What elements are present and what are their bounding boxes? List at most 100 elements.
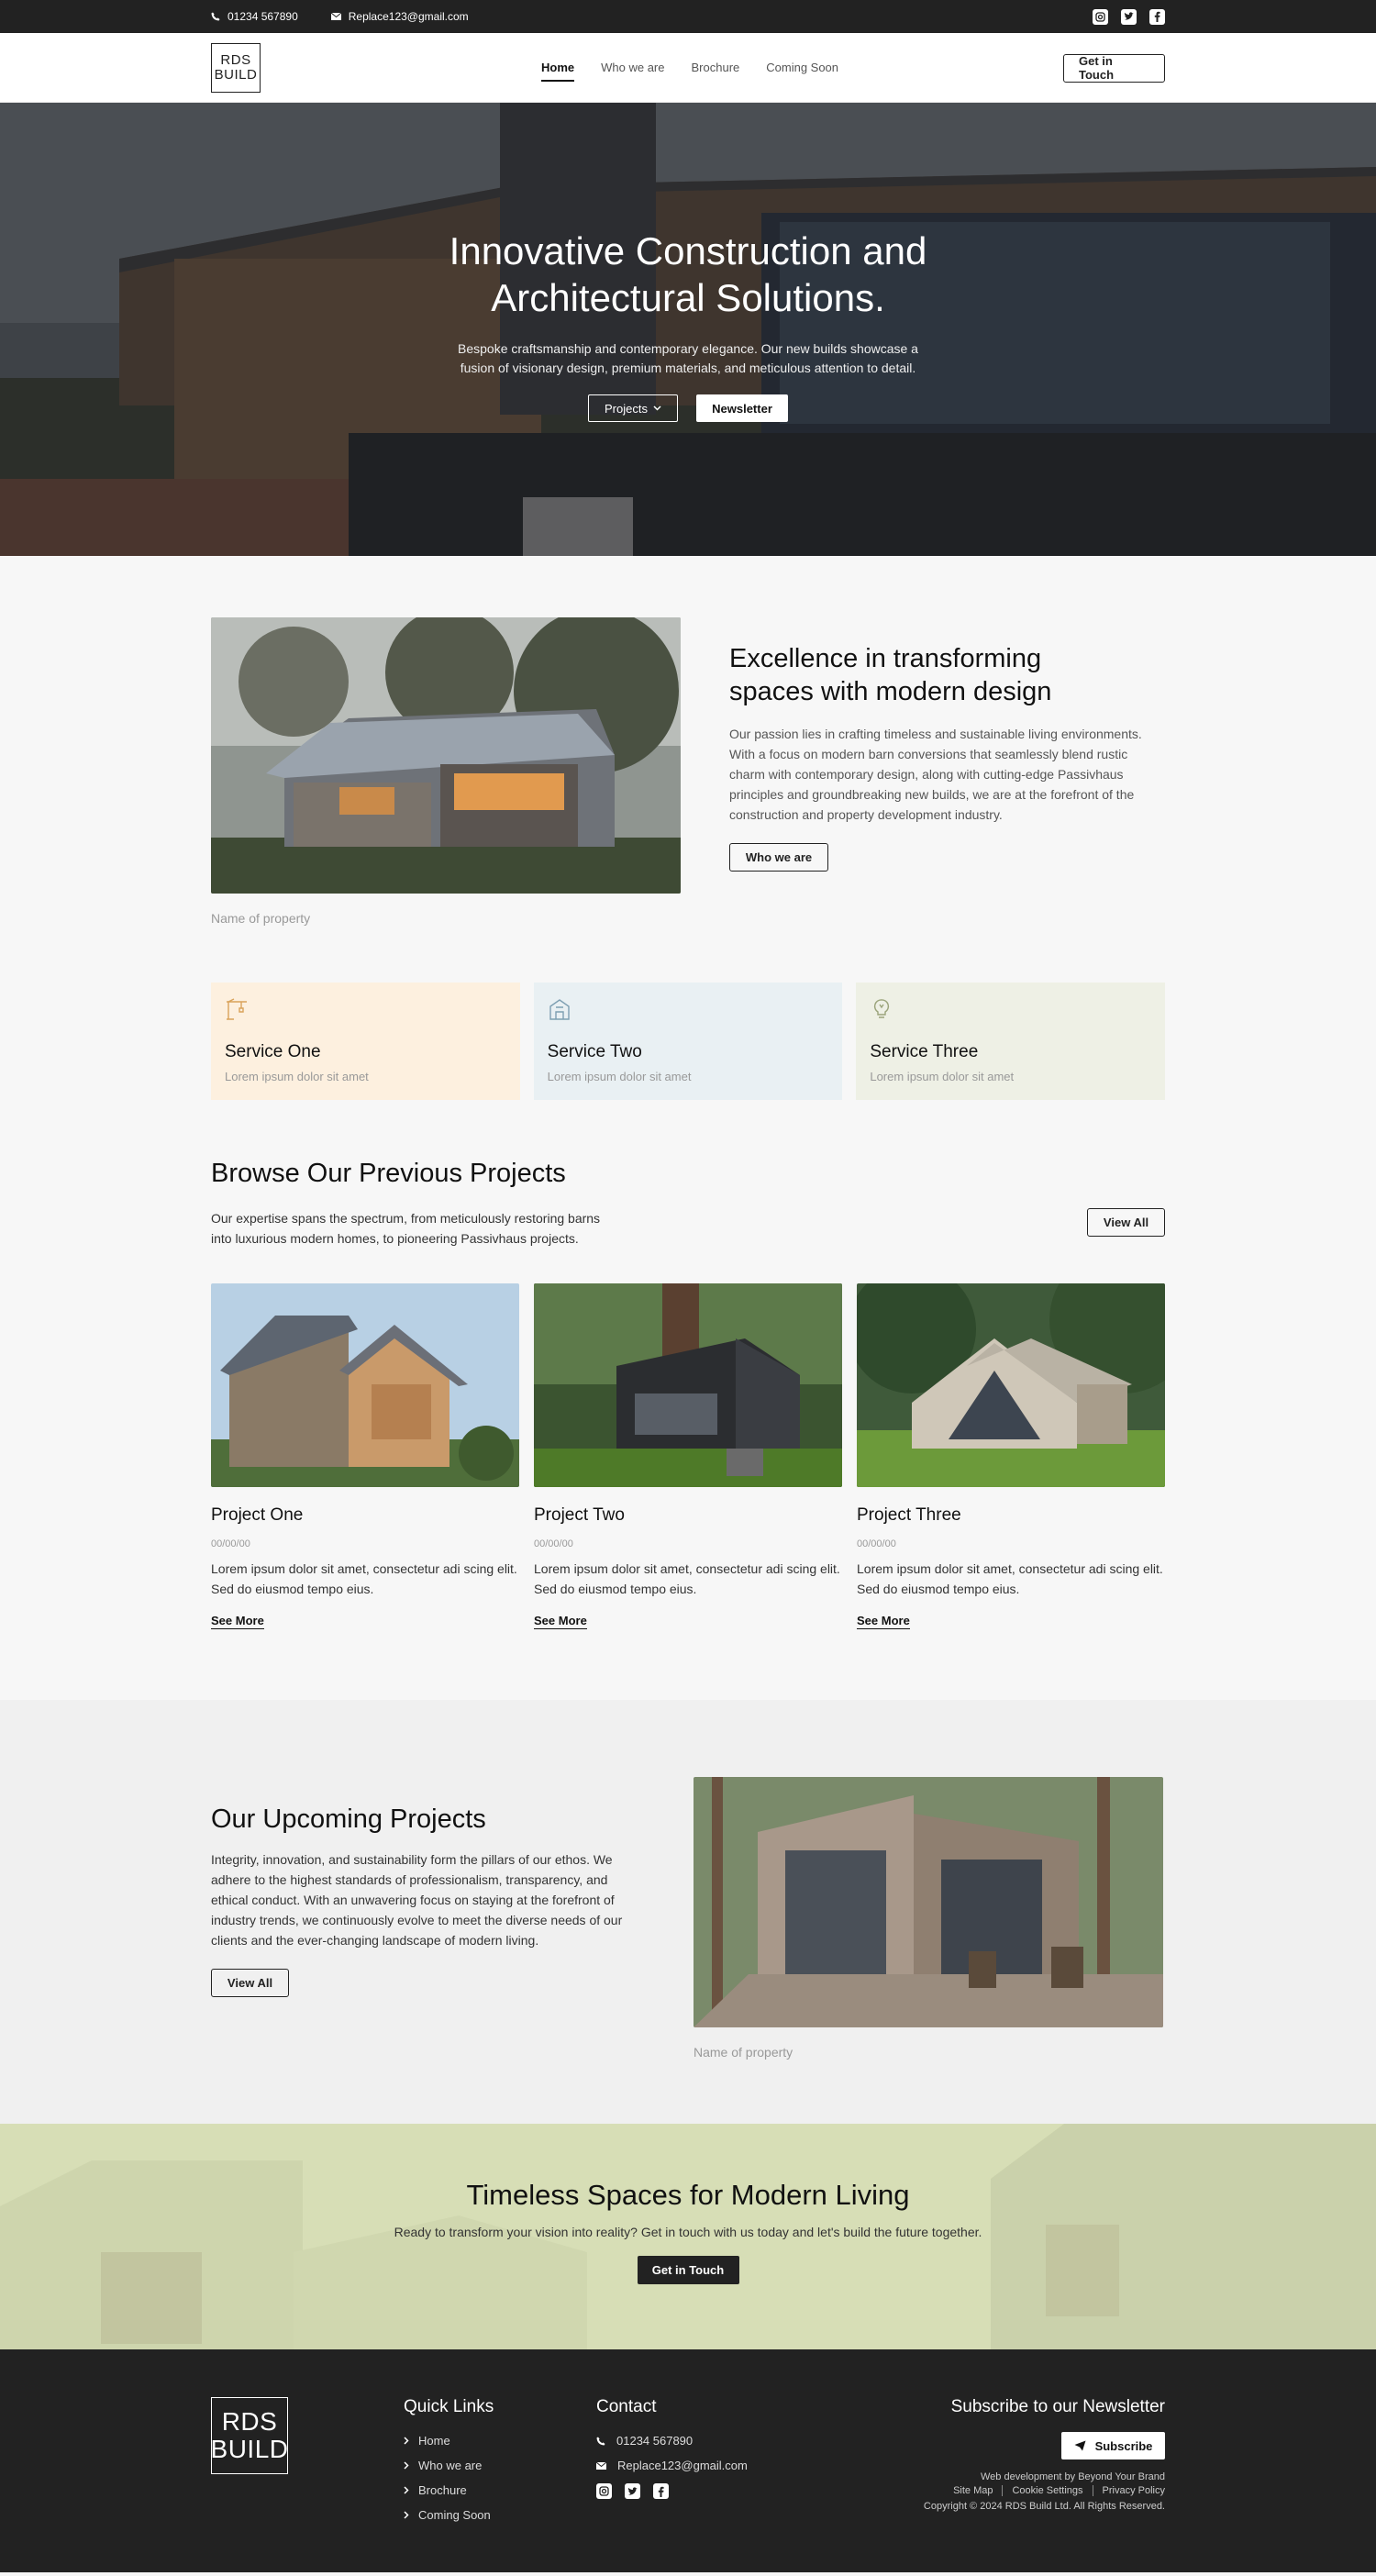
excellence-title-line2: spaces with modern design (729, 677, 1052, 706)
footer: RDS BUILD Quick Links Home Who we are Br… (0, 2349, 1376, 2572)
topbar-email[interactable]: Replace123@gmail.com (330, 10, 469, 23)
service-text: Lorem ipsum dolor sit amet (547, 1070, 692, 1083)
excellence-image-caption: Name of property (211, 911, 311, 926)
chevron-right-icon (404, 2511, 409, 2519)
upcoming-title: Our Upcoming Projects (211, 1804, 486, 1834)
facebook-icon[interactable] (653, 2483, 669, 2499)
subscribe-button[interactable]: Subscribe (1061, 2432, 1165, 2459)
services-section: Service One Lorem ipsum dolor sit amet S… (0, 983, 1376, 1100)
mail-icon (330, 13, 341, 20)
see-more-link[interactable]: See More (211, 1614, 264, 1629)
project-image[interactable] (211, 1283, 519, 1487)
project-date: 00/00/00 (857, 1538, 896, 1549)
logo[interactable]: RDS BUILD (211, 43, 261, 93)
projects-button-label: Projects (605, 401, 648, 416)
footer-sitemap-link[interactable]: Site Map (944, 2485, 1002, 2496)
project-image[interactable] (534, 1283, 842, 1487)
see-more-link[interactable]: See More (857, 1614, 910, 1629)
upcoming-body: Integrity, innovation, and sustainabilit… (211, 1852, 623, 1948)
chevron-right-icon (404, 2461, 409, 2470)
twitter-icon[interactable] (625, 2483, 640, 2499)
newsletter-title: Subscribe to our Newsletter (950, 2397, 1165, 2416)
topbar-phone[interactable]: 01234 567890 (211, 10, 298, 23)
view-all-upcoming-button[interactable]: View All (211, 1969, 289, 1997)
footer-link-home[interactable]: Home (404, 2434, 596, 2448)
previous-projects-section: Browse Our Previous Projects Our experti… (0, 1100, 1376, 1700)
top-bar: 01234 567890 Replace123@gmail.com (0, 0, 1376, 33)
building-icon (549, 999, 570, 1020)
chevron-down-icon (653, 405, 661, 411)
footer-email-text: Replace123@gmail.com (617, 2459, 748, 2472)
project-title: Project Two (534, 1505, 625, 1525)
instagram-icon[interactable] (596, 2483, 612, 2499)
paper-plane-icon (1074, 2440, 1086, 2451)
cta-title: Timeless Spaces for Modern Living (466, 2179, 910, 2211)
project-text: Lorem ipsum dolor sit amet, consectetur … (211, 1561, 517, 1596)
phone-icon (596, 2437, 605, 2445)
newsletter-button[interactable]: Newsletter (696, 394, 788, 422)
project-text: Lorem ipsum dolor sit amet, consectetur … (857, 1561, 1163, 1596)
hero-title-line1: Innovative Construction and (449, 229, 927, 272)
upcoming-property-image (694, 1777, 1163, 2027)
footer-privacy-policy-link[interactable]: Privacy Policy (1092, 2485, 1165, 2496)
excellence-body: Our passion lies in crafting timeless an… (729, 727, 1142, 822)
service-title: Service Two (547, 1042, 642, 1061)
project-date: 00/00/00 (534, 1538, 573, 1549)
service-card[interactable]: Service Three Lorem ipsum dolor sit amet (856, 983, 1166, 1100)
excellence-section: Name of property Excellence in transform… (0, 556, 1376, 983)
nav-item-who-we-are[interactable]: Who we are (601, 55, 664, 82)
footer-phone-text: 01234 567890 (616, 2434, 694, 2448)
service-text: Lorem ipsum dolor sit amet (225, 1070, 369, 1083)
footer-link-who-we-are[interactable]: Who we are (404, 2459, 596, 2472)
nav-item-brochure[interactable]: Brochure (692, 55, 740, 82)
crane-icon (227, 998, 247, 1020)
project-card: Project Two 00/00/00 Lorem ipsum dolor s… (534, 1283, 842, 1629)
footer-link-label: Home (418, 2434, 450, 2448)
service-card[interactable]: Service One Lorem ipsum dolor sit amet (211, 983, 520, 1100)
service-text: Lorem ipsum dolor sit amet (870, 1070, 1015, 1083)
twitter-icon[interactable] (1121, 8, 1137, 25)
quick-links-title: Quick Links (404, 2397, 494, 2416)
hero-title-line2: Architectural Solutions. (491, 276, 885, 319)
get-in-touch-button[interactable]: Get in Touch (1063, 53, 1165, 83)
footer-link-coming-soon[interactable]: Coming Soon (404, 2508, 596, 2522)
nav-item-home[interactable]: Home (541, 55, 575, 82)
hero-section: Innovative Construction and Architectural… (0, 103, 1376, 556)
footer-link-label: Who we are (418, 2459, 483, 2472)
upcoming-projects-section: Our Upcoming Projects Integrity, innovat… (0, 1700, 1376, 2124)
projects-dropdown-button[interactable]: Projects (588, 394, 678, 422)
projects-intro-line2: into luxurious modern homes, to pioneeri… (211, 1231, 579, 1246)
chevron-right-icon (404, 2437, 409, 2445)
service-card[interactable]: Service Two Lorem ipsum dolor sit amet (533, 983, 843, 1100)
footer-phone[interactable]: 01234 567890 (596, 2434, 789, 2448)
instagram-icon[interactable] (1093, 8, 1108, 25)
footer-credit[interactable]: Web development by Beyond Your Brand (924, 2469, 1165, 2485)
cta-get-in-touch-button[interactable]: Get in Touch (637, 2256, 739, 2284)
hero-subtitle-line2: fusion of visionary design, premium mate… (460, 361, 916, 375)
subscribe-label: Subscribe (1094, 2438, 1153, 2453)
topbar-email-text: Replace123@gmail.com (348, 10, 469, 23)
hero-subtitle-line1: Bespoke craftsmanship and contemporary e… (458, 341, 918, 356)
project-card: Project Three 00/00/00 Lorem ipsum dolor… (857, 1283, 1165, 1629)
mail-icon (596, 2461, 606, 2470)
logo-line1: RDS (220, 52, 251, 68)
footer-contact: Contact 01234 567890 Replace123@gmail.co… (596, 2397, 789, 2533)
view-all-projects-button[interactable]: View All (1087, 1208, 1165, 1237)
footer-logo[interactable]: RDS BUILD (211, 2397, 288, 2474)
who-we-are-button[interactable]: Who we are (729, 843, 828, 872)
footer-cookie-settings-link[interactable]: Cookie Settings (1002, 2485, 1092, 2496)
facebook-icon[interactable] (1149, 8, 1165, 25)
cta-text: Ready to transform your vision into real… (394, 2225, 982, 2239)
footer-email[interactable]: Replace123@gmail.com (596, 2459, 789, 2472)
project-card: Project One 00/00/00 Lorem ipsum dolor s… (211, 1283, 519, 1629)
logo-line2: BUILD (214, 67, 258, 83)
footer-link-label: Coming Soon (418, 2508, 491, 2522)
footer-link-brochure[interactable]: Brochure (404, 2483, 596, 2497)
cta-section: Timeless Spaces for Modern Living Ready … (0, 2124, 1376, 2349)
phone-icon (211, 12, 220, 21)
nav-item-coming-soon[interactable]: Coming Soon (766, 55, 838, 82)
project-image[interactable] (857, 1283, 1165, 1487)
excellence-property-image (211, 617, 681, 894)
see-more-link[interactable]: See More (534, 1614, 587, 1629)
lightbulb-icon (874, 999, 890, 1018)
